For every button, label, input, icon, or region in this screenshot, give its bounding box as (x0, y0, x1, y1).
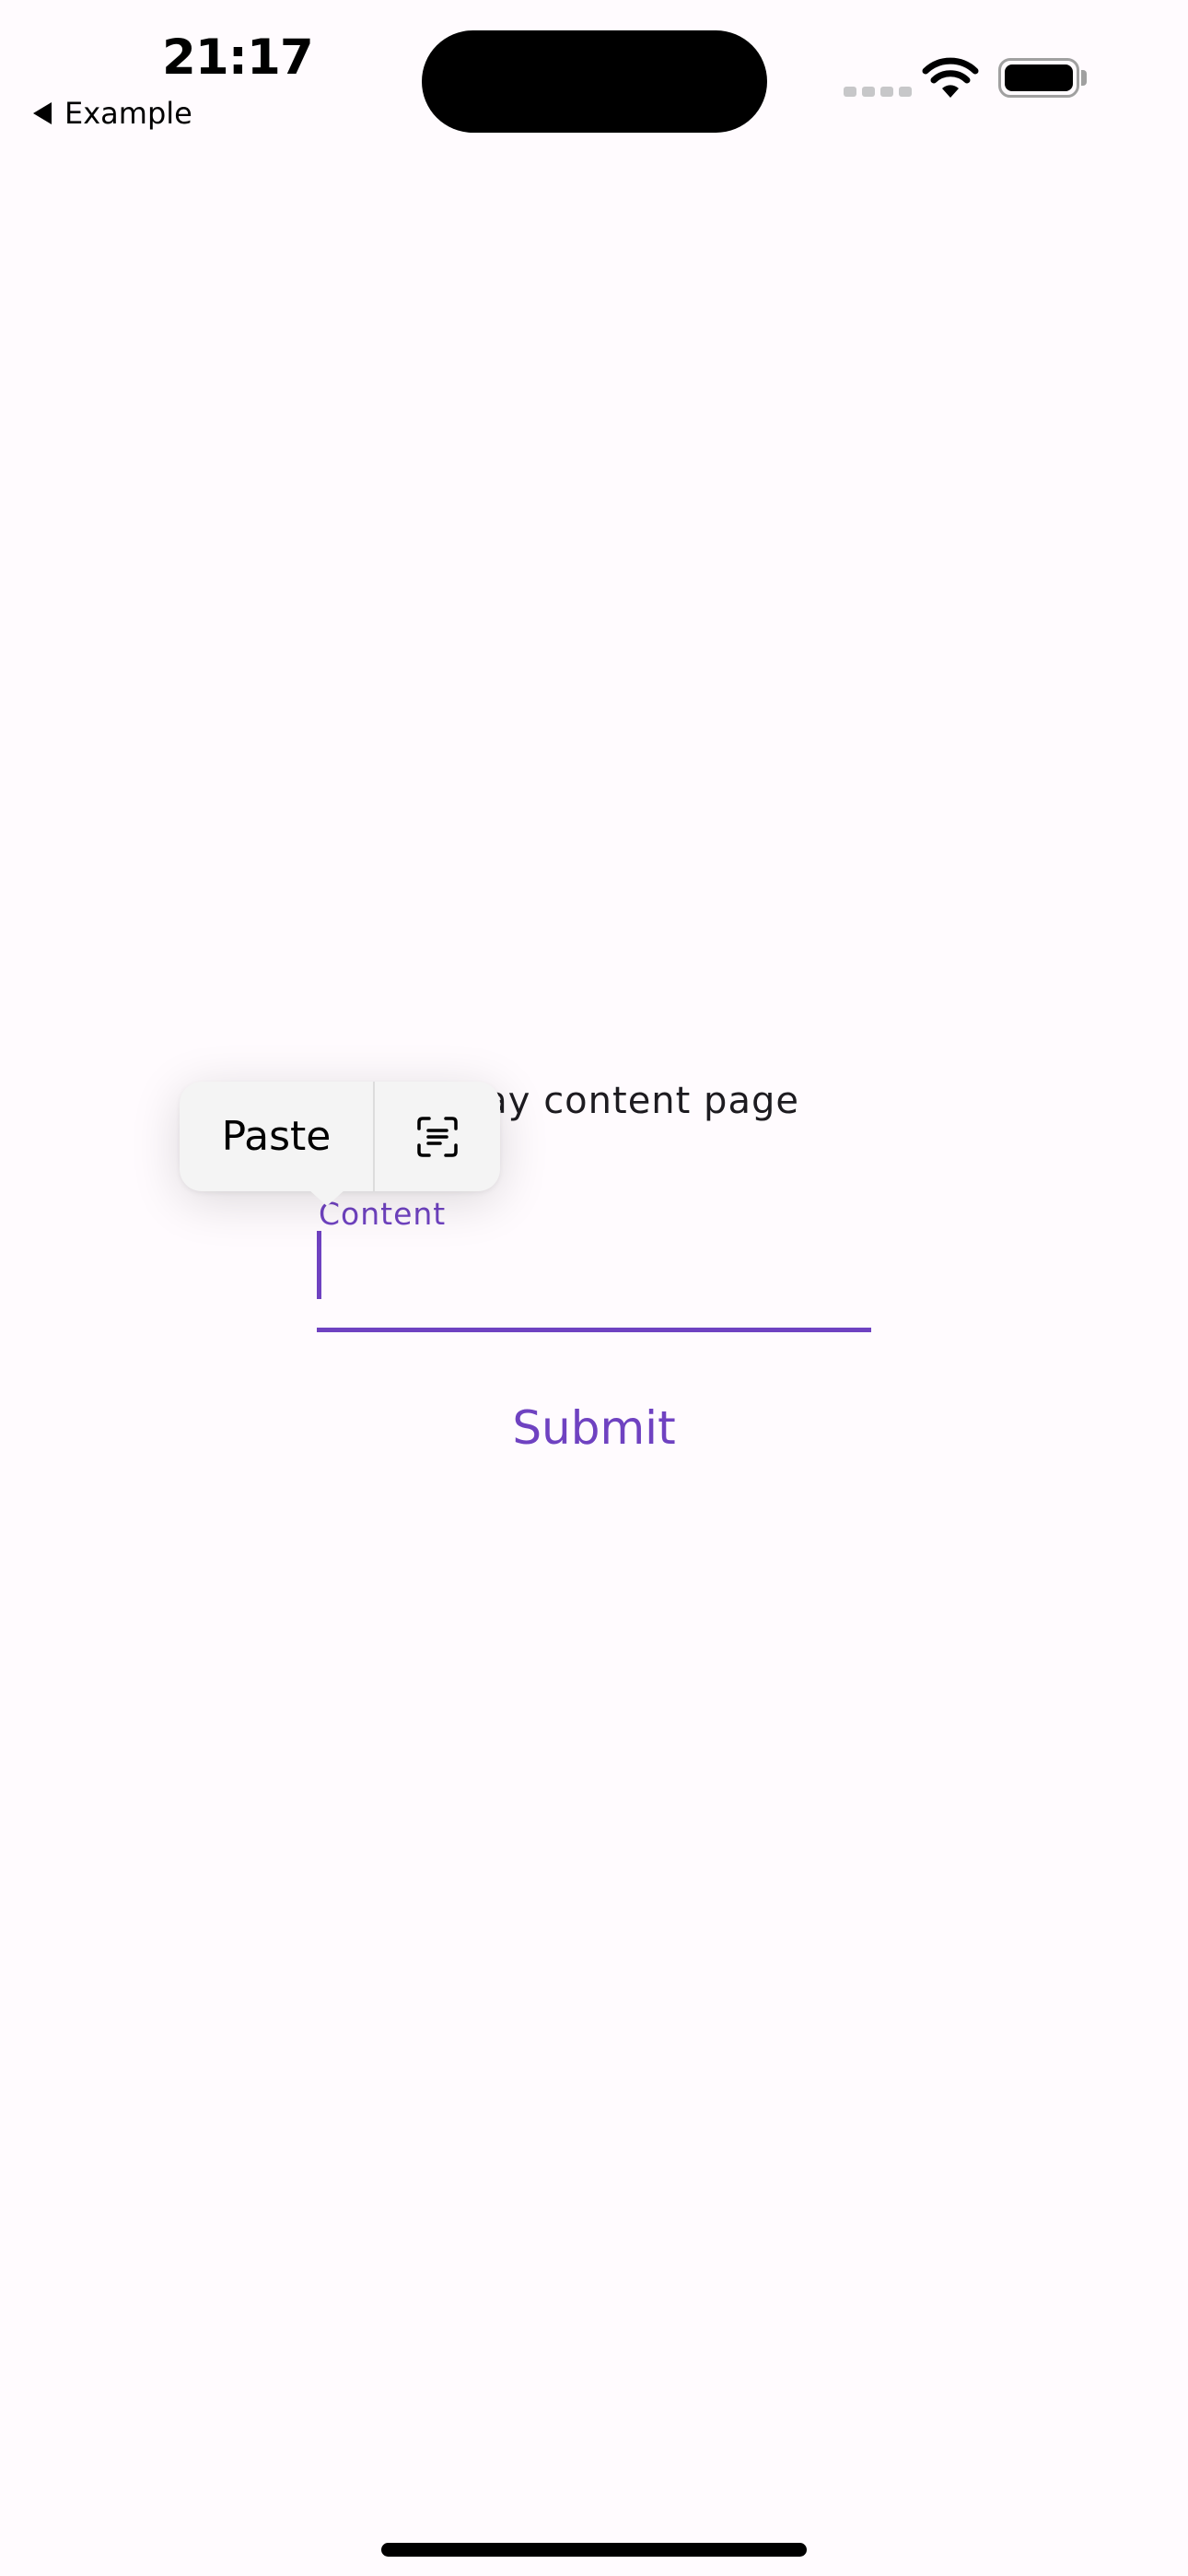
submit-button[interactable]: Submit (470, 1391, 718, 1465)
scan-text-icon (417, 1116, 458, 1157)
back-app-label: Example (64, 96, 192, 131)
paste-button[interactable]: Paste (180, 1082, 375, 1191)
battery-tip (1081, 70, 1087, 86)
back-to-app-button[interactable]: Example (33, 96, 192, 131)
status-time: 21:17 (162, 29, 314, 86)
page-heading: Display content page (389, 1080, 799, 1122)
back-arrow-icon (33, 102, 52, 124)
content-input[interactable]: Content (317, 1196, 871, 1334)
edit-menu-pointer (309, 1189, 345, 1206)
wifi-icon (922, 57, 979, 98)
content-input-underline (317, 1328, 871, 1332)
edit-menu: Paste (180, 1082, 500, 1206)
text-cursor (317, 1231, 321, 1299)
battery-icon (998, 58, 1079, 98)
scan-text-button[interactable] (375, 1082, 500, 1191)
dynamic-island (422, 30, 767, 133)
cellular-signal-icon (844, 87, 912, 97)
home-indicator[interactable] (381, 2543, 807, 2557)
